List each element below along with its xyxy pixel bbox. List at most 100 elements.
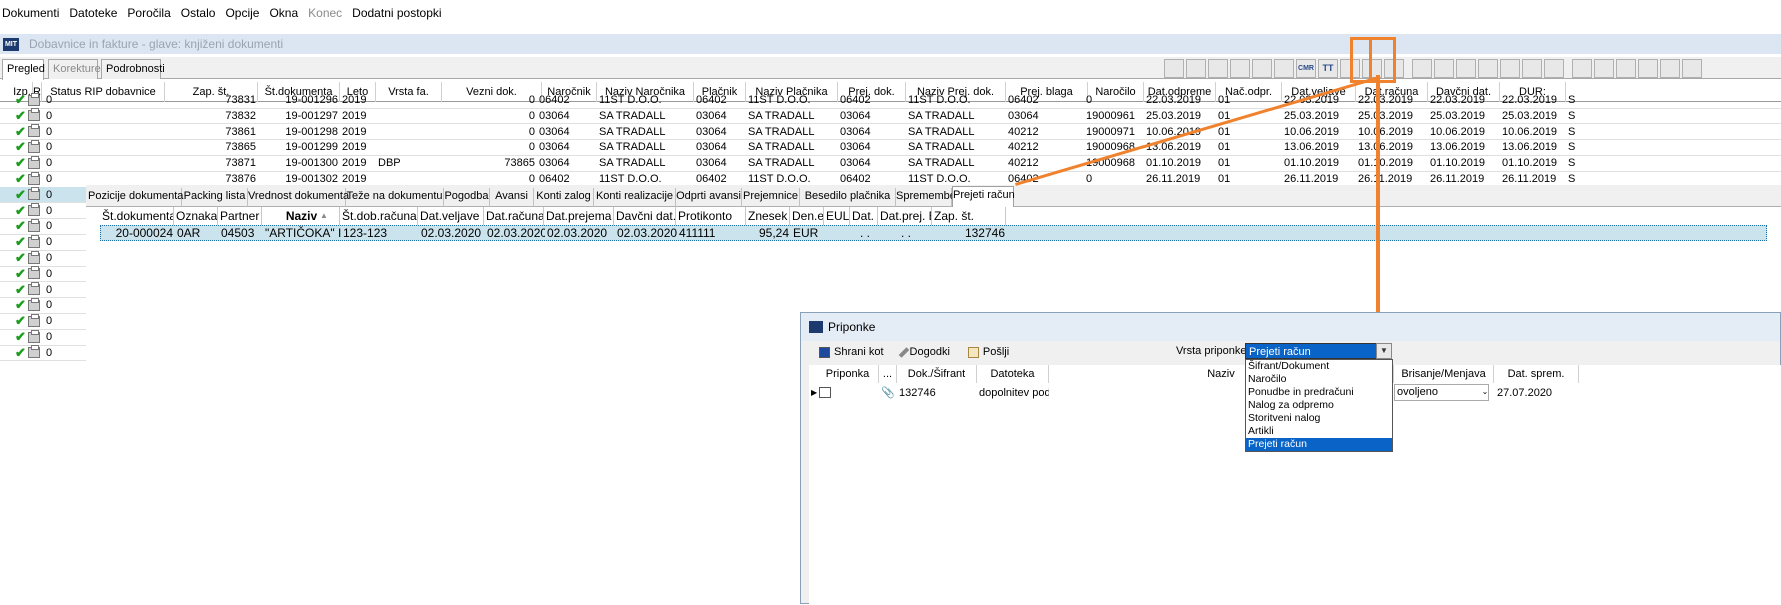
document-icon[interactable] bbox=[1164, 58, 1184, 78]
detail-tab-11[interactable]: Spremembe bbox=[896, 188, 956, 207]
table-row[interactable]: ✔ 0 bbox=[0, 203, 86, 219]
funnel-icon[interactable] bbox=[1660, 58, 1680, 78]
detail-column-header[interactable]: Protikonto bbox=[676, 207, 746, 225]
detail-column-header[interactable]: Dat.prejema bbox=[544, 207, 614, 225]
detail-column-header[interactable]: EUL bbox=[824, 207, 850, 225]
table-row[interactable]: ✔ 0 73832 19-001297 2019 0 03064 SA TRADALL 0306… bbox=[0, 108, 1781, 124]
vrsta-option[interactable]: Naročilo bbox=[1246, 373, 1392, 386]
table-row[interactable]: ✔ 0 bbox=[0, 345, 86, 361]
detail-table-row[interactable]: 20-000024 0AR 04503 "ARTIČOKA" I 123-123 02.0… bbox=[100, 225, 1767, 241]
exit-icon[interactable] bbox=[1434, 58, 1454, 78]
detail-tab-6[interactable]: Konti zalog bbox=[534, 188, 594, 207]
table-row[interactable]: ✔ 0 73831 19-001296 2019 0 06402 11ST D.O.O. 064… bbox=[0, 92, 1781, 108]
cmr-label[interactable]: CMR bbox=[1296, 58, 1316, 78]
detail-column-header[interactable]: Dat.veljave bbox=[418, 207, 484, 225]
detail-tab-4[interactable]: Pogodba bbox=[444, 188, 490, 207]
tab-korekture[interactable]: Korekture bbox=[48, 59, 101, 79]
detail-tab-3[interactable]: Teže na dokumentu bbox=[346, 188, 444, 207]
detail-tab-5[interactable]: Avansi bbox=[490, 188, 534, 207]
menu-ostalo[interactable]: Ostalo bbox=[181, 6, 216, 20]
detail-tab-8[interactable]: Odprti avansi bbox=[676, 188, 742, 207]
detail-column-header[interactable]: Zap. št. bbox=[932, 207, 1006, 225]
detail-column-header[interactable]: Naziv bbox=[262, 207, 340, 225]
blank-icon[interactable] bbox=[1572, 58, 1592, 78]
copy-icon[interactable] bbox=[1230, 58, 1250, 78]
detail-column-header[interactable]: Partner bbox=[218, 207, 262, 225]
vrsta-option[interactable]: Ponudbe in predračuni bbox=[1246, 386, 1392, 399]
detail-column-header[interactable]: Dat.prej. EUL bbox=[878, 207, 932, 225]
table-row[interactable]: ✔ 0 73871 19-001300 2019 DBP 73865 03064 SA TRAD… bbox=[0, 155, 1781, 171]
table-row[interactable]: ✔ 0 bbox=[0, 266, 86, 282]
filter-dropdown-icon[interactable] bbox=[1478, 58, 1498, 78]
table-row[interactable]: ✔ 0 bbox=[0, 250, 86, 266]
detail-tab-7[interactable]: Konti realizacije bbox=[594, 188, 676, 207]
help-icon[interactable] bbox=[1544, 58, 1564, 78]
close-icon[interactable] bbox=[1682, 58, 1702, 78]
detail-column-header[interactable]: Št.dokumenta bbox=[100, 207, 174, 225]
menu-dokumenti[interactable]: Dokumenti bbox=[2, 6, 59, 20]
detail-tab-1[interactable]: Packing lista bbox=[182, 188, 248, 207]
detail-tab-9[interactable]: Prejemnice bbox=[742, 188, 800, 207]
vrsta-option[interactable]: Storitveni nalog bbox=[1246, 412, 1392, 425]
vrsta-option[interactable]: Nalog za odpremo bbox=[1246, 399, 1392, 412]
menu-datoteke[interactable]: Datoteke bbox=[69, 6, 117, 20]
attachment-icon[interactable] bbox=[1500, 58, 1520, 78]
table-row[interactable]: ✔ 0 73865 19-001299 2019 0 03064 SA TRADALL 0306… bbox=[0, 139, 1781, 155]
attachment-column-header[interactable]: Brisanje/Menjava bbox=[1394, 365, 1494, 383]
refresh-icon[interactable] bbox=[1186, 58, 1206, 78]
notes-icon[interactable] bbox=[1274, 58, 1294, 78]
tab-pregled[interactable]: Pregled bbox=[2, 59, 45, 80]
chevron-down-icon[interactable]: ▼ bbox=[1376, 343, 1392, 359]
detail-column-header[interactable]: Dat.računa bbox=[484, 207, 544, 225]
attachment-column-header[interactable]: Priponka bbox=[817, 365, 879, 383]
detail-column-header[interactable]: Znesek bbox=[746, 207, 790, 225]
square-icon[interactable] bbox=[1412, 58, 1432, 78]
table-row[interactable]: ✔ 0 bbox=[0, 282, 86, 298]
menu-okna[interactable]: Okna bbox=[269, 6, 298, 20]
vrsta-option[interactable]: Artikli bbox=[1246, 425, 1392, 438]
table-row[interactable]: ✔ 0 bbox=[0, 313, 86, 329]
vrsta-option[interactable]: Prejeti račun bbox=[1246, 438, 1392, 451]
detail-column-header[interactable]: Št.dob.računa bbox=[340, 207, 418, 225]
detail-column-header[interactable]: Oznaka bbox=[174, 207, 218, 225]
export-icon[interactable] bbox=[1456, 58, 1476, 78]
detail-tab-10[interactable]: Besedilo plačnika bbox=[800, 188, 896, 207]
detail-tab-2[interactable]: Vrednost dokumenta bbox=[248, 188, 349, 207]
detail-tab-0[interactable]: Pozicije dokumenta bbox=[88, 188, 183, 207]
table-row[interactable]: ✔ 0 bbox=[0, 218, 86, 234]
open-icon[interactable] bbox=[1252, 58, 1272, 78]
attachment-column-header[interactable]: ... bbox=[879, 365, 897, 383]
detail-column-header[interactable]: Dat. EUL bbox=[850, 207, 878, 225]
attachment-column-header[interactable]: Dat. sprem. bbox=[1494, 365, 1579, 383]
tab-podrobnosti[interactable]: Podrobnosti bbox=[101, 59, 165, 79]
menu-konec[interactable]: Konec bbox=[308, 6, 342, 20]
send-button[interactable]: Pošlji bbox=[967, 346, 1009, 358]
tools-icon[interactable] bbox=[1208, 58, 1228, 78]
vrsta-option[interactable]: Šifrant/Dokument bbox=[1246, 360, 1392, 373]
vrsta-priponke-select[interactable]: Prejeti račun bbox=[1245, 343, 1392, 359]
folder-icon[interactable] bbox=[1594, 58, 1614, 78]
chevron-down-icon[interactable]: ⌄ bbox=[1477, 385, 1491, 400]
paperclip-icon[interactable]: 📎 bbox=[879, 383, 897, 403]
attachment-column-header[interactable]: Datoteka bbox=[977, 365, 1049, 383]
table-row[interactable]: ✔ 0 bbox=[0, 329, 86, 345]
search-icon[interactable] bbox=[1638, 58, 1658, 78]
detail-column-header[interactable]: Den.enota bbox=[790, 207, 824, 225]
attachment-checkbox[interactable] bbox=[819, 387, 831, 398]
menu-dodatni-postopki[interactable]: Dodatni postopki bbox=[352, 6, 441, 20]
detail-tab-12[interactable]: Prejeti račun bbox=[952, 186, 1015, 208]
printer-icon[interactable] bbox=[1616, 58, 1636, 78]
brisanje-select[interactable]: ovoljeno bbox=[1394, 384, 1489, 401]
attachment-column-header[interactable]: Dok./Šifrant bbox=[897, 365, 977, 383]
events-button[interactable]: Dogodki bbox=[898, 346, 950, 358]
form-icon[interactable] bbox=[1522, 58, 1542, 78]
menu-porocila[interactable]: Poročila bbox=[127, 6, 170, 20]
table-row[interactable]: ✔ 0 73861 19-001298 2019 0 03064 SA TRADALL 0306… bbox=[0, 124, 1781, 140]
detail-column-header[interactable]: Davčni dat. bbox=[614, 207, 676, 225]
table-row[interactable]: ✔ 0 bbox=[0, 186, 86, 203]
save-as-button[interactable]: Shrani kot bbox=[819, 346, 884, 358]
table-row[interactable]: ✔ 0 bbox=[0, 297, 86, 313]
table-row[interactable]: ✔ 0 bbox=[0, 234, 86, 250]
text-tt-icon[interactable]: TT bbox=[1318, 58, 1338, 78]
menu-opcije[interactable]: Opcije bbox=[225, 6, 259, 20]
